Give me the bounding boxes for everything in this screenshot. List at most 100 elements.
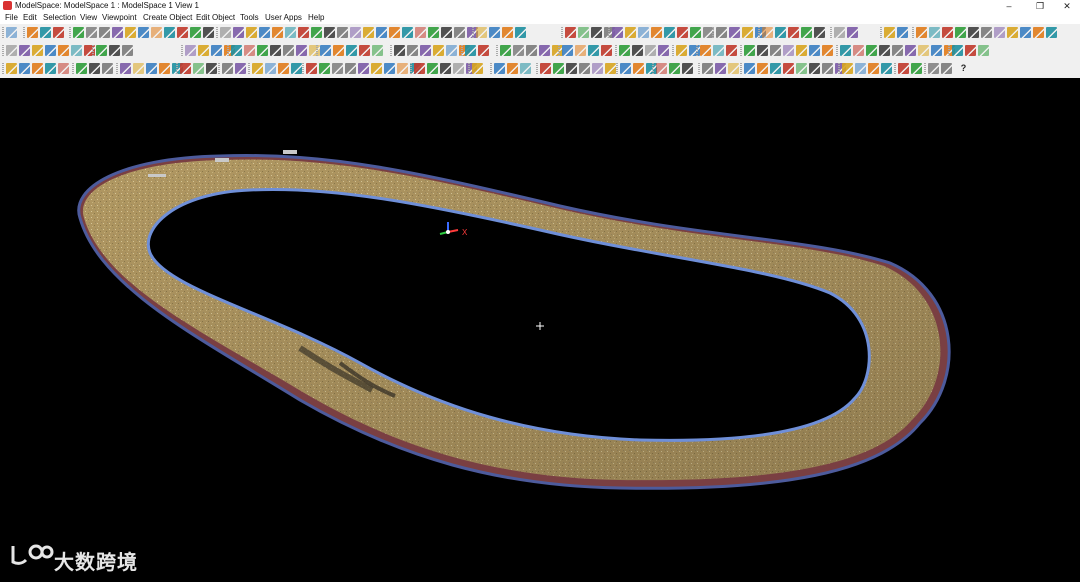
toolbar-tool-button[interactable] <box>283 45 294 56</box>
toolbar-tool-button[interactable] <box>941 63 952 74</box>
toolbar-tool-button[interactable] <box>716 27 727 38</box>
toolbar-tool-button[interactable] <box>428 27 439 38</box>
menu-create-object[interactable]: Create Object <box>143 12 192 24</box>
toolbar-tool-button[interactable] <box>898 63 909 74</box>
toolbar-grip[interactable] <box>216 27 218 39</box>
toolbar-grip[interactable] <box>390 45 392 57</box>
toolbar-tool-button[interactable] <box>702 63 713 74</box>
toolbar-tool-button[interactable] <box>203 27 214 38</box>
toolbar-grip[interactable] <box>924 63 926 75</box>
toolbar-tool-button[interactable] <box>619 45 630 56</box>
toolbar-tool-button[interactable] <box>539 45 550 56</box>
toolbar-tool-button[interactable] <box>358 63 369 74</box>
toolbar-tool-button[interactable] <box>45 45 56 56</box>
toolbar-tool-button[interactable] <box>855 63 866 74</box>
toolbar-tool-button[interactable] <box>151 27 162 38</box>
toolbar-tool-button[interactable] <box>272 27 283 38</box>
toolbar-tool-button[interactable] <box>102 63 113 74</box>
model-viewport[interactable]: X <box>0 78 1080 577</box>
toolbar-tool-button[interactable] <box>757 63 768 74</box>
menu-edit[interactable]: Edit <box>23 12 37 24</box>
toolbar-tool-button[interactable] <box>190 27 201 38</box>
toolbar-grip[interactable] <box>496 45 498 57</box>
toolbar-tool-button[interactable] <box>809 63 820 74</box>
toolbar-tool-button[interactable] <box>112 27 123 38</box>
toolbar-tool-button[interactable] <box>677 27 688 38</box>
toolbar-grip[interactable] <box>116 63 118 75</box>
toolbar-tool-button[interactable] <box>376 27 387 38</box>
toolbar-grip[interactable] <box>758 27 760 39</box>
toolbar-tool-button[interactable] <box>19 63 30 74</box>
toolbar-tool-button[interactable] <box>620 63 631 74</box>
toolbar-tool-button[interactable] <box>591 27 602 38</box>
toolbar-grip[interactable] <box>616 63 618 75</box>
toolbar-grip[interactable] <box>894 63 896 75</box>
toolbar-tool-button[interactable] <box>476 27 487 38</box>
toolbar-grip[interactable] <box>218 63 220 75</box>
toolbar-tool-button[interactable] <box>952 45 963 56</box>
menu-help[interactable]: Help <box>308 12 324 24</box>
toolbar-tool-button[interactable] <box>96 45 107 56</box>
toolbar-tool-button[interactable] <box>494 63 505 74</box>
toolbar-tool-button[interactable] <box>651 27 662 38</box>
toolbar-grip[interactable] <box>608 27 610 39</box>
toolbar-tool-button[interactable] <box>658 45 669 56</box>
toolbar-grip[interactable] <box>912 27 914 39</box>
toolbar-grip[interactable] <box>302 63 304 75</box>
toolbar-tool-button[interactable] <box>526 45 537 56</box>
toolbar-tool-button[interactable] <box>700 45 711 56</box>
toolbar-tool-button[interactable] <box>278 63 289 74</box>
toolbar-tool-button[interactable] <box>363 27 374 38</box>
toolbar-tool-button[interactable] <box>726 45 737 56</box>
toolbar-tool-button[interactable] <box>159 63 170 74</box>
toolbar-grip[interactable] <box>615 45 617 57</box>
toolbar-tool-button[interactable] <box>89 63 100 74</box>
toolbar-tool-button[interactable] <box>372 45 383 56</box>
toolbar-tool-button[interactable] <box>109 45 120 56</box>
toolbar-tool-button[interactable] <box>252 63 263 74</box>
toolbar-tool-button[interactable] <box>58 63 69 74</box>
toolbar-tool-button[interactable] <box>433 45 444 56</box>
toolbar-grip[interactable] <box>712 27 714 39</box>
toolbar-tool-button[interactable] <box>822 63 833 74</box>
toolbar-tool-button[interactable] <box>71 45 82 56</box>
toolbar-tool-button[interactable] <box>625 27 636 38</box>
toolbar-tool-button[interactable] <box>465 45 476 56</box>
toolbar-tool-button[interactable] <box>853 45 864 56</box>
toolbar-tool-button[interactable] <box>454 27 465 38</box>
toolbar-tool-button[interactable] <box>690 27 701 38</box>
toolbar-grip[interactable] <box>672 45 674 57</box>
toolbar-grip[interactable] <box>461 45 463 57</box>
toolbar-tool-button[interactable] <box>133 63 144 74</box>
toolbar-grip[interactable] <box>698 63 700 75</box>
toolbar-tool-button[interactable] <box>809 45 820 56</box>
toolbar-tool-button[interactable] <box>879 45 890 56</box>
toolbar-grip[interactable] <box>696 45 698 57</box>
toolbar-tool-button[interactable] <box>198 45 209 56</box>
toolbar-tool-button[interactable] <box>259 27 270 38</box>
toolbar-tool-button[interactable] <box>978 45 989 56</box>
toolbar-tool-button[interactable] <box>332 63 343 74</box>
toolbar-tool-button[interactable] <box>965 45 976 56</box>
toolbar-tool-button[interactable] <box>715 63 726 74</box>
toolbar-tool-button[interactable] <box>775 27 786 38</box>
toolbar-tool-button[interactable] <box>633 63 644 74</box>
toolbar-tool-button[interactable] <box>742 27 753 38</box>
toolbar-tool-button[interactable] <box>897 27 908 38</box>
toolbar-tool-button[interactable] <box>384 63 395 74</box>
toolbar-tool-button[interactable] <box>265 63 276 74</box>
toolbar-grip[interactable] <box>740 63 742 75</box>
toolbar-tool-button[interactable] <box>397 63 408 74</box>
toolbar-tool-button[interactable] <box>6 63 17 74</box>
toolbar-tool-button[interactable] <box>146 63 157 74</box>
toolbar-tool-button[interactable] <box>45 63 56 74</box>
toolbar-tool-button[interactable] <box>446 45 457 56</box>
toolbar-tool-button[interactable] <box>566 63 577 74</box>
toolbar-grip[interactable] <box>181 45 183 57</box>
toolbar-grip[interactable] <box>23 27 25 39</box>
toolbar-tool-button[interactable] <box>306 63 317 74</box>
toolbar-tool-button[interactable] <box>553 63 564 74</box>
toolbar-tool-button[interactable] <box>645 45 656 56</box>
toolbar-grip[interactable] <box>830 27 832 39</box>
toolbar-tool-button[interactable] <box>246 27 257 38</box>
